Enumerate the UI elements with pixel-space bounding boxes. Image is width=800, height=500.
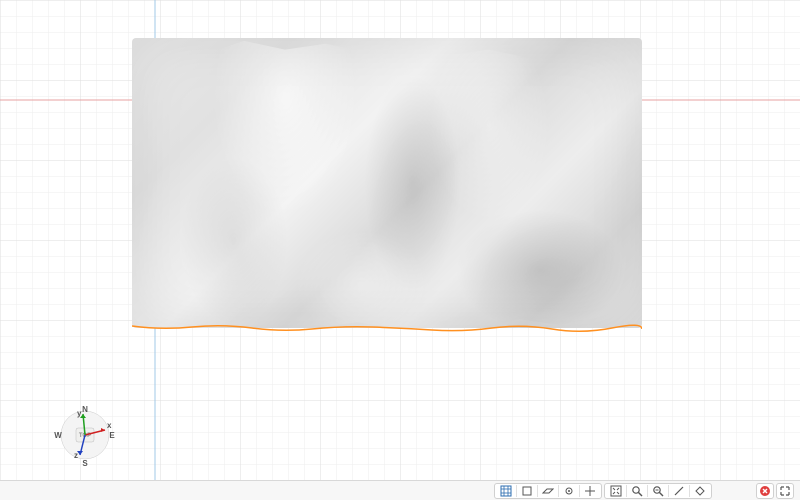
status-bar (0, 480, 800, 500)
error-icon (759, 485, 771, 497)
statusbar-group-snap (494, 483, 602, 499)
compass-y-label: y (77, 409, 82, 418)
zoom-extents-button[interactable] (607, 484, 625, 498)
compass-e: E (109, 431, 115, 440)
zoom-window-button[interactable] (628, 484, 646, 498)
compass-s: S (82, 459, 88, 468)
section-button[interactable] (691, 484, 709, 498)
expand-panel-button[interactable] (776, 483, 794, 499)
compass-w: W (54, 431, 62, 440)
osnap-button[interactable] (560, 484, 578, 498)
ortho-button[interactable] (518, 484, 536, 498)
compass-z-label: z (74, 451, 78, 460)
pan-button[interactable] (649, 484, 667, 498)
expand-icon (779, 485, 791, 497)
measure-button[interactable] (670, 484, 688, 498)
viewport[interactable]: TOP N S E W x y z (0, 0, 800, 480)
grid-snap-button[interactable] (497, 484, 515, 498)
compass-n: N (82, 405, 88, 414)
smart-track-button[interactable] (581, 484, 599, 498)
view-compass[interactable]: TOP N S E W x y z (50, 400, 120, 470)
error-indicator[interactable] (756, 483, 774, 499)
compass-x-label: x (107, 421, 112, 430)
statusbar-group-view (604, 483, 712, 499)
planar-button[interactable] (539, 484, 557, 498)
cloth-surface[interactable] (132, 38, 642, 328)
